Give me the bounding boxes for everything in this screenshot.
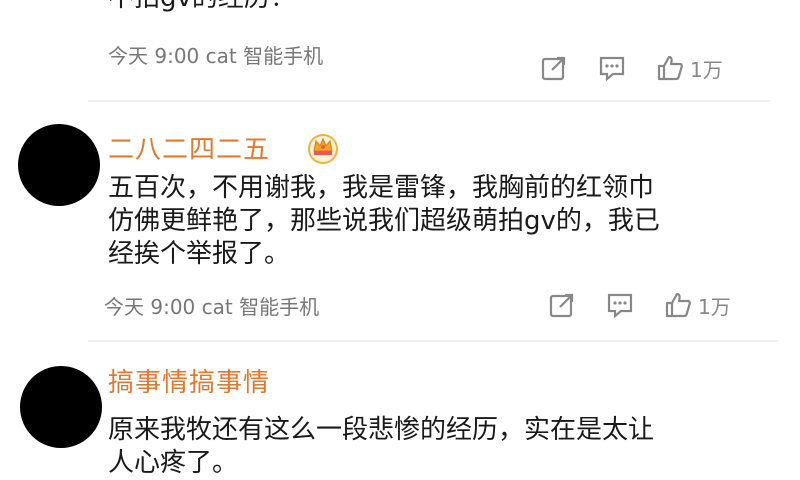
comment-button[interactable]	[598, 54, 626, 82]
avatar[interactable]	[20, 366, 102, 448]
comment-actions: 1万	[548, 288, 731, 322]
comment-icon	[599, 56, 625, 82]
comment-meta: 今天 9:00 cat 智能手机	[108, 44, 324, 68]
like-count: 1万	[698, 294, 731, 319]
comment-item: 搞事情搞事情 原来我牧还有这么一段悲惨的经历，实在是太让 人心疼了。	[0, 342, 800, 478]
thumbs-up-icon	[657, 55, 683, 81]
comment-actions: 1万	[540, 51, 723, 85]
comment-icon	[607, 293, 633, 319]
share-button[interactable]	[540, 54, 568, 82]
share-button[interactable]	[548, 291, 576, 319]
share-icon	[549, 293, 574, 318]
like-count: 1万	[690, 57, 723, 82]
avatar[interactable]	[18, 124, 100, 206]
comment-button[interactable]	[606, 291, 634, 319]
comment-text: 不拍gv的经历！	[108, 0, 296, 15]
comment-text: 原来我牧还有这么一段悲惨的经历，实在是太让 人心疼了。	[108, 415, 655, 478]
crown-icon	[308, 134, 338, 164]
comment-username[interactable]: 二八二四二五	[108, 129, 270, 166]
like-button[interactable]: 1万	[664, 291, 731, 320]
like-button[interactable]: 1万	[656, 54, 723, 83]
comment-username[interactable]: 搞事情搞事情	[108, 362, 270, 399]
comment-meta: 今天 9:00 cat 智能手机	[104, 295, 320, 319]
comment-text: 五百次，不用谢我，我是雷锋，我胸前的红领巾 仿佛更鲜艳了，那些说我们超级萌拍gv…	[108, 173, 660, 269]
comment-item: 不拍gv的经历！ 今天 9:00 cat 智能手机 1万	[0, 0, 800, 100]
thumbs-up-icon	[665, 292, 691, 318]
share-icon	[541, 56, 566, 81]
comment-item: 二八二四二五 五百次，不用谢我，我是雷锋，我胸前的红领巾 仿佛更鲜艳了，那些说我…	[0, 102, 800, 340]
